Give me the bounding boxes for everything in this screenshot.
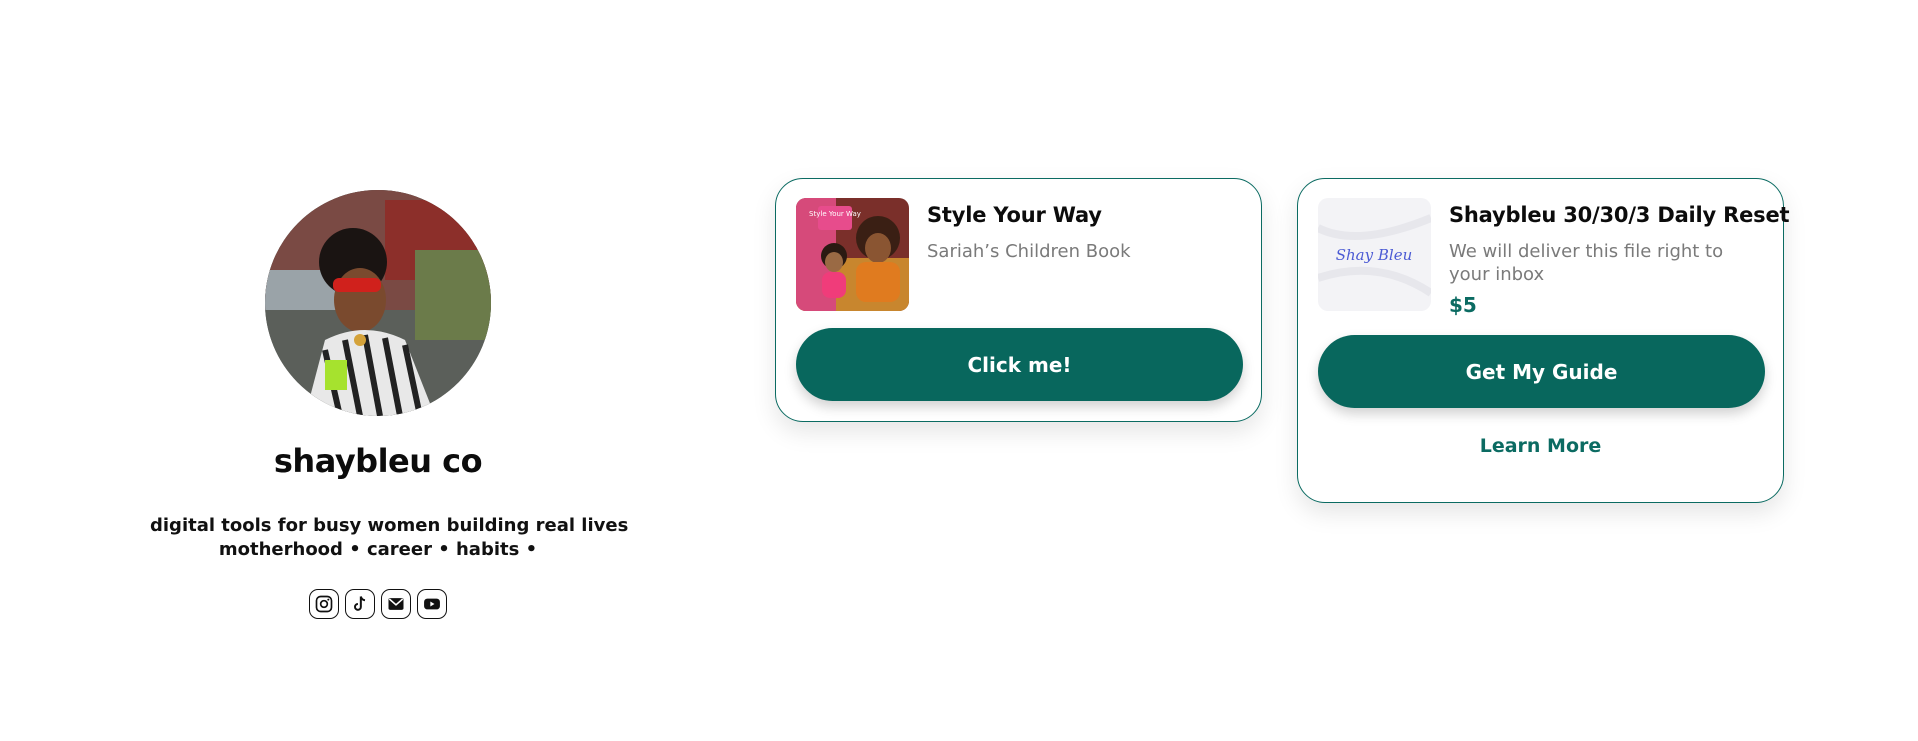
bio-line-1: digital tools for busy women building re… <box>150 515 629 536</box>
email-icon <box>388 598 404 610</box>
youtube-link[interactable] <box>417 589 447 619</box>
product-card-style-your-way: Style Your Way Style Your Way Sariah’s C… <box>775 178 1262 422</box>
card-subtitle: Sariah’s Children Book <box>927 241 1131 262</box>
book-cover-title: Style Your Way <box>809 210 861 218</box>
instagram-link[interactable] <box>309 589 339 619</box>
price-label: $5 <box>1449 293 1477 317</box>
youtube-icon <box>424 598 440 610</box>
profile-bio: digital tools for busy women building re… <box>150 514 629 562</box>
tiktok-icon <box>354 596 366 611</box>
book-cover-image: Style Your Way <box>796 198 909 311</box>
card-title: Style Your Way <box>927 203 1102 227</box>
tiktok-link[interactable] <box>345 589 375 619</box>
card-subtitle: We will deliver this file right to your … <box>1449 241 1724 285</box>
click-me-button[interactable]: Click me! <box>796 328 1243 401</box>
product-card-daily-reset: Shay Bleu Shaybleu 30/30/3 Daily Reset W… <box>1297 178 1790 503</box>
logo-script-text: Shay Bleu <box>1336 246 1412 264</box>
get-my-guide-button[interactable]: Get My Guide <box>1318 335 1765 408</box>
guide-thumbnail[interactable]: Shay Bleu <box>1318 198 1431 311</box>
book-thumbnail[interactable]: Style Your Way <box>796 198 909 311</box>
avatar-photo <box>265 190 491 416</box>
email-link[interactable] <box>381 589 411 619</box>
shaybleu-logo-image: Shay Bleu <box>1318 198 1431 311</box>
avatar <box>265 190 491 416</box>
profile-section: shaybleu co digital tools for busy women… <box>150 190 629 619</box>
social-links <box>150 589 606 619</box>
learn-more-link[interactable]: Learn More <box>1298 435 1783 457</box>
bio-line-2: motherhood • career • habits • <box>218 539 538 560</box>
instagram-icon <box>315 595 333 613</box>
profile-name: shaybleu co <box>273 442 483 480</box>
card-title: Shaybleu 30/30/3 Daily Reset <box>1449 203 1790 227</box>
